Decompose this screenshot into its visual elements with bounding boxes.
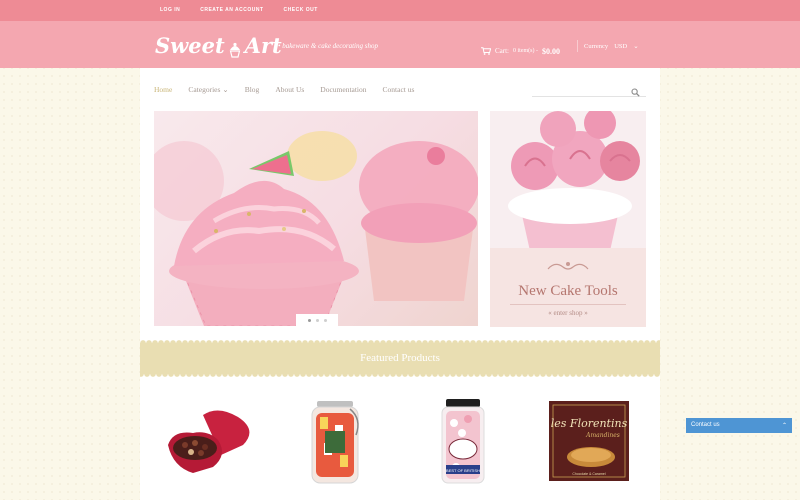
logo-text-art: Art <box>244 33 282 58</box>
enter-shop-label: enter shop <box>553 309 583 317</box>
cart-summary[interactable]: Cart: 0 item(s) - $0.00 <box>481 42 560 60</box>
search-input[interactable] <box>532 87 627 100</box>
enter-shop-link[interactable]: « enter shop » <box>490 309 646 317</box>
contact-us-label: Contact us <box>691 422 720 428</box>
les-florentins-box-image: les Florentins Amandines Chocolate & Car… <box>549 401 629 481</box>
product-les-florentins[interactable]: les Florentins Amandines Chocolate & Car… <box>547 395 637 487</box>
contact-us-widget[interactable]: Contact us ⌃ <box>686 418 792 433</box>
chevron-down-icon: ⌄ <box>222 85 229 94</box>
cart-label: Cart: <box>495 47 509 55</box>
create-account-link[interactable]: CREATE AN ACCOUNT <box>200 7 263 13</box>
slider-dot-1[interactable] <box>307 319 311 322</box>
florentins-footer-text: Chocolate & Caramel <box>572 472 605 476</box>
nav-documentation[interactable]: Documentation <box>320 85 366 94</box>
nav-categories-label: Categories <box>188 85 221 94</box>
tagline: • bakeware & cake decorating shop <box>278 42 378 50</box>
product-candy-jar-pink[interactable]: BEST OF BRITISH <box>418 395 508 487</box>
site-logo[interactable]: Sweet Art <box>155 33 282 58</box>
chevron-down-icon: ⌄ <box>633 43 639 50</box>
nav-about-us[interactable]: About Us <box>275 85 304 94</box>
slider-pagination <box>296 314 338 327</box>
header-divider <box>577 40 578 52</box>
product-heart-chocolate-box[interactable] <box>163 395 253 487</box>
main-navigation: Home Categories ⌄ Blog About Us Documenta… <box>154 85 430 94</box>
site-header <box>0 21 800 68</box>
left-guillemet-icon: « <box>548 309 552 317</box>
cart-item-count: 0 item(s) - <box>513 48 538 54</box>
currency-label: Currency <box>584 42 609 50</box>
product-candy-jar-red[interactable] <box>290 395 380 487</box>
currency-value: USD <box>614 42 628 50</box>
hero-slider[interactable] <box>154 111 478 326</box>
jar-label-text: BEST OF BRITISH <box>446 468 480 473</box>
currency-selector[interactable]: Currency USD ⌄ <box>584 42 639 51</box>
cart-total: $0.00 <box>542 46 560 56</box>
cupcake-logo-icon <box>228 38 242 58</box>
top-links: LOG IN CREATE AN ACCOUNT CHECK OUT <box>160 7 318 13</box>
checkout-link[interactable]: CHECK OUT <box>284 7 318 13</box>
nav-home[interactable]: Home <box>154 85 172 94</box>
nav-categories[interactable]: Categories ⌄ <box>188 85 228 94</box>
new-cake-tools-banner[interactable]: New Cake Tools « enter shop » <box>490 111 646 327</box>
slider-dot-3[interactable] <box>323 319 327 322</box>
banner-divider <box>510 304 626 305</box>
login-link[interactable]: LOG IN <box>160 7 180 13</box>
logo-text-sweet: Sweet <box>155 33 225 58</box>
search-icon[interactable] <box>631 84 640 97</box>
florentins-brand-text: les Florentins <box>551 417 628 430</box>
ornament-icon <box>545 259 591 280</box>
featured-products-title: Featured Products <box>360 352 440 364</box>
florentins-sub-text: Amandines <box>585 432 620 439</box>
right-guillemet-icon: » <box>584 309 588 317</box>
cupcakes-hero-image <box>154 131 478 326</box>
cart-icon <box>481 42 492 60</box>
search-box <box>532 82 646 100</box>
candy-jar-red-image <box>311 401 359 484</box>
featured-scallop-bottom <box>140 374 660 378</box>
top-utility-bar <box>0 0 800 21</box>
rose-cupcake-image <box>490 111 646 251</box>
heart-chocolate-box-image <box>168 410 250 473</box>
nav-contact-us[interactable]: Contact us <box>383 85 415 94</box>
chevron-up-icon: ⌃ <box>781 423 787 429</box>
banner-title: New Cake Tools <box>518 283 618 299</box>
slider-dot-2[interactable] <box>315 319 319 322</box>
candy-jar-pink-image: BEST OF BRITISH <box>441 399 485 484</box>
nav-blog[interactable]: Blog <box>245 85 260 94</box>
